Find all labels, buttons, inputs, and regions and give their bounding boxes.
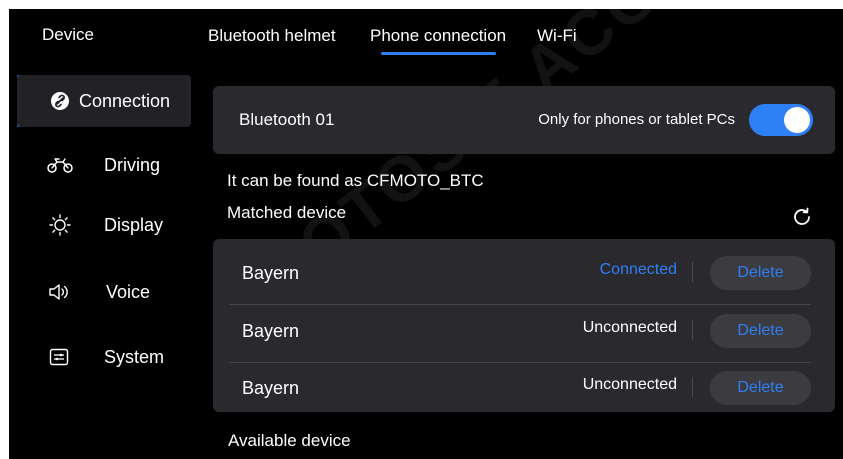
tab-phone-connection[interactable]: Phone connection <box>370 26 506 46</box>
speaker-icon <box>48 281 70 303</box>
list-item: Bayern Unconnected Delete <box>229 359 811 416</box>
device-status: Unconnected <box>582 319 677 336</box>
active-tab-indicator <box>381 52 496 55</box>
device-name: Bayern <box>242 321 300 341</box>
divider <box>692 262 693 282</box>
delete-button[interactable]: Delete <box>710 371 811 405</box>
toggle-knob <box>784 107 810 133</box>
bluetooth-card: Bluetooth 01 Only for phones or tablet P… <box>213 86 835 154</box>
motorcycle-icon <box>46 154 74 176</box>
available-device-heading: Available device <box>228 431 351 450</box>
divider <box>692 377 693 397</box>
bluetooth-name: Bluetooth 01 <box>239 110 335 129</box>
device-status: Connected <box>599 261 677 278</box>
device-status: Unconnected <box>582 376 677 393</box>
delete-button[interactable]: Delete <box>710 256 811 290</box>
device-name: Bayern <box>242 263 300 283</box>
list-item: Bayern Unconnected Delete <box>229 302 811 359</box>
tab-wifi[interactable]: Wi-Fi <box>537 26 577 46</box>
link-icon <box>49 90 71 112</box>
app-screen: MOTOS E ACCESSORIOS Device Bluetooth hel… <box>9 9 843 459</box>
delete-button[interactable]: Delete <box>710 314 811 348</box>
tab-bluetooth-helmet[interactable]: Bluetooth helmet <box>208 26 336 46</box>
sidebar-item-system[interactable]: System <box>17 331 191 383</box>
sidebar-item-label: Connection <box>79 90 171 111</box>
sidebar-item-driving[interactable]: Driving <box>17 139 191 191</box>
sidebar-item-connection[interactable]: Connection <box>17 75 191 127</box>
list-item: Bayern Connected Delete <box>229 244 811 301</box>
brightness-icon <box>49 214 71 236</box>
discoverable-text: It can be found as CFMOTO_BTC <box>227 171 484 190</box>
sidebar-item-label: Driving <box>104 154 161 175</box>
bluetooth-toggle[interactable] <box>749 104 813 136</box>
device-name: Bayern <box>242 378 300 398</box>
sidebar-item-display[interactable]: Display <box>17 199 191 251</box>
sidebar-item-label: Voice <box>106 281 151 302</box>
bluetooth-hint: Only for phones or tablet PCs <box>538 111 735 128</box>
sidebar-item-voice[interactable]: Voice <box>17 266 191 318</box>
sidebar-item-label: System <box>104 346 165 367</box>
refresh-icon[interactable] <box>790 205 816 231</box>
matched-device-list: Bayern Connected Delete Bayern Unconnect… <box>213 239 835 412</box>
divider <box>692 320 693 340</box>
matched-device-heading: Matched device <box>227 203 347 222</box>
system-settings-icon <box>48 346 70 368</box>
sidebar-item-label: Display <box>104 214 164 235</box>
device-title: Device <box>42 25 94 44</box>
